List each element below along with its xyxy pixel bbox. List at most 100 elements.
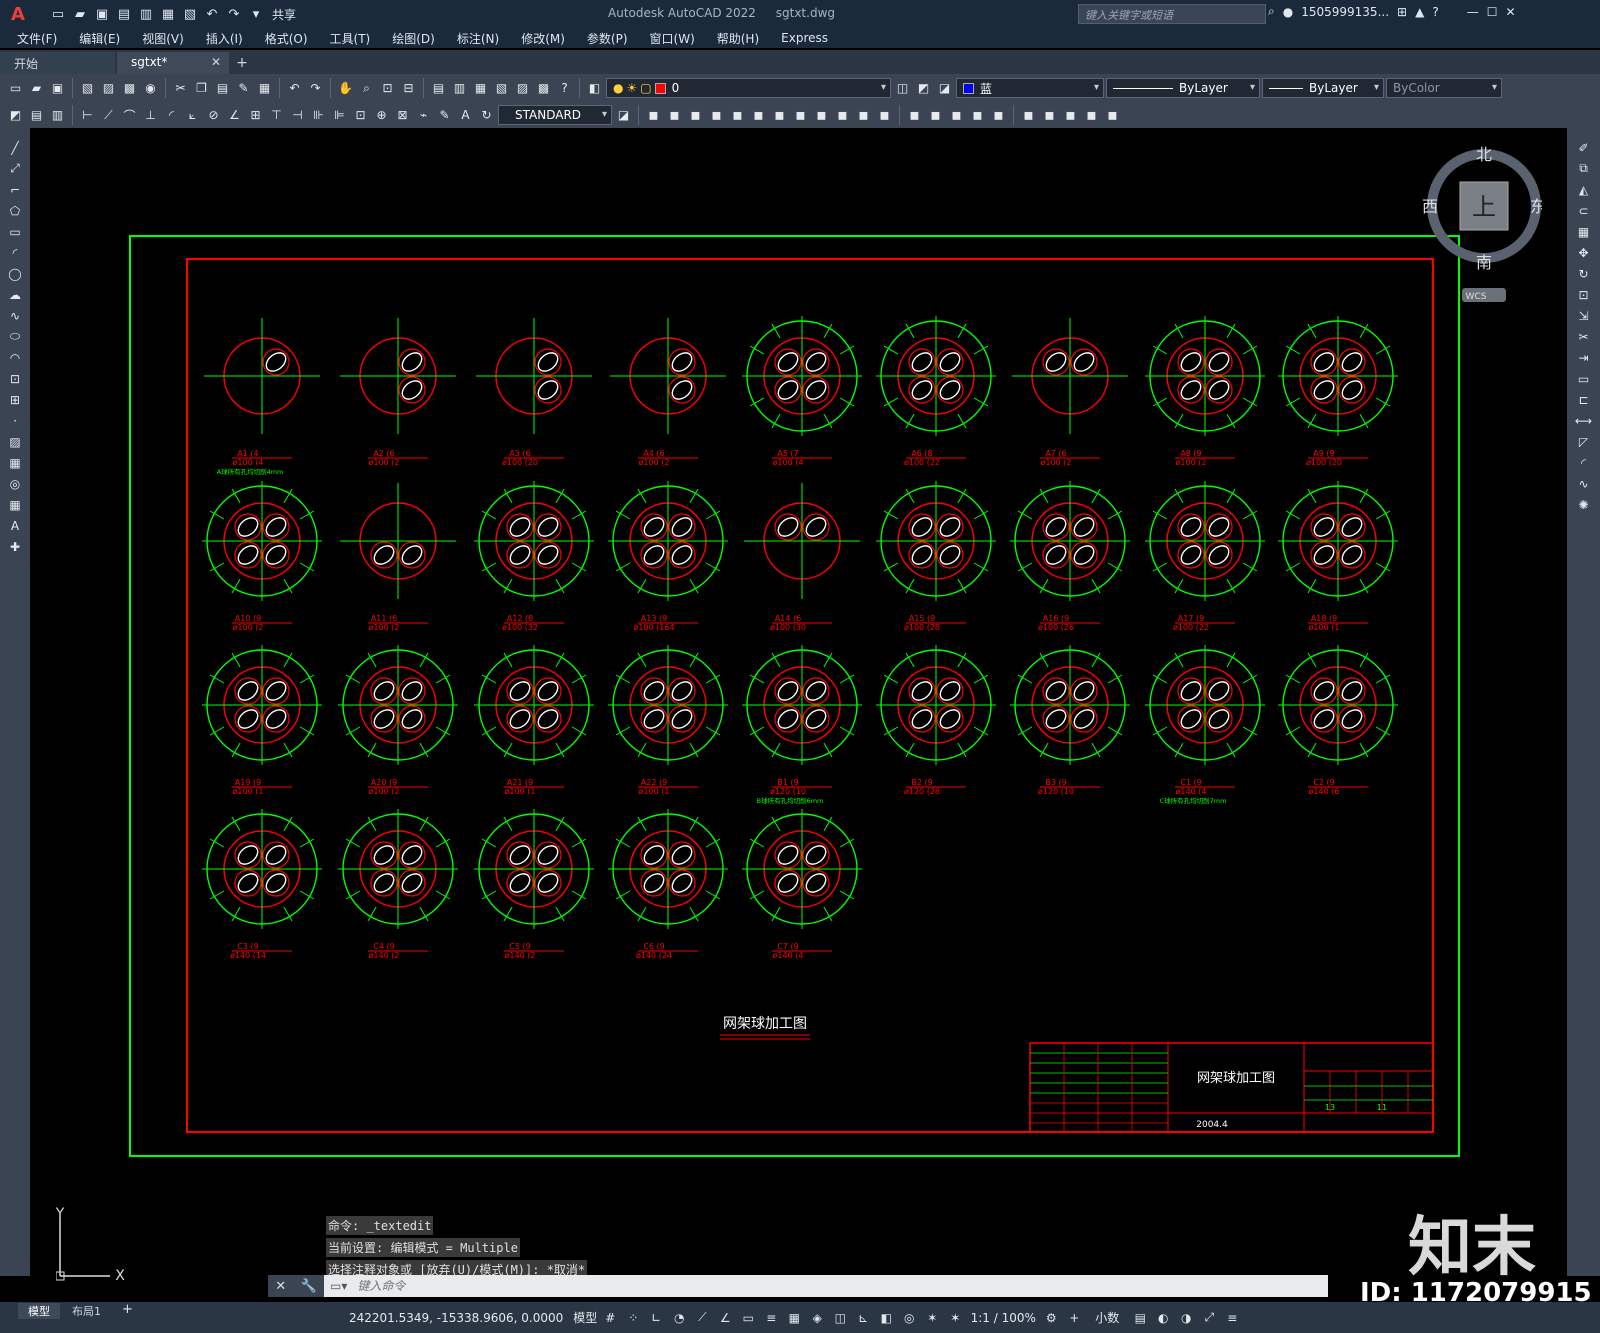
3d-print-icon[interactable]: ◉: [141, 79, 160, 98]
object-snap-tracking-icon[interactable]: ∠: [715, 1307, 735, 1329]
break-icon[interactable]: ⊏: [1574, 390, 1593, 409]
jogged-linear-icon[interactable]: ⌁: [414, 106, 433, 125]
ball-node[interactable]: C2 (9ø140 (6: [1278, 645, 1398, 796]
ordinate-icon[interactable]: ⊥: [141, 106, 160, 125]
quick-properties-icon[interactable]: ▤: [1130, 1307, 1150, 1329]
arc-icon[interactable]: ◜: [6, 243, 25, 262]
lineweight-combo[interactable]: ByLayer ▾: [1262, 78, 1384, 98]
close-tab-icon[interactable]: ✕: [211, 55, 221, 69]
hardware-acceleration-icon[interactable]: ◑: [1176, 1307, 1196, 1329]
scale-icon[interactable]: ⊡: [1574, 285, 1593, 304]
array-icon[interactable]: ▦: [1574, 222, 1593, 241]
add-selected-icon[interactable]: ✚: [6, 537, 25, 556]
break-icon[interactable]: ⊫: [330, 106, 349, 125]
orbit-icon[interactable]: ◼: [1040, 106, 1059, 125]
lineweight-icon[interactable]: ≡: [761, 1307, 781, 1329]
union-icon[interactable]: ◼: [905, 106, 924, 125]
linear-dim-icon[interactable]: ⊢: [78, 106, 97, 125]
spline-icon[interactable]: ∿: [6, 306, 25, 325]
mirror-icon[interactable]: ◭: [1574, 180, 1593, 199]
preview-icon[interactable]: ▨: [99, 79, 118, 98]
ball-node[interactable]: A9 (9ø100 (20: [1278, 316, 1398, 467]
ball-node[interactable]: A19 (9ø100 (1: [202, 645, 322, 796]
subtract-icon[interactable]: ◼: [926, 106, 945, 125]
prompt-icon[interactable]: ▭▾: [330, 1279, 347, 1293]
insert-block-icon[interactable]: ⊡: [6, 369, 25, 388]
share-button[interactable]: 共享: [272, 6, 296, 23]
ball-node[interactable]: A21 (9ø100 (1: [474, 645, 594, 796]
gradient-icon[interactable]: ▦: [6, 453, 25, 472]
ball-node[interactable]: A14 (6ø100 (30: [744, 483, 860, 632]
construction-line-icon[interactable]: ⤢: [6, 159, 25, 178]
ball-node[interactable]: A15 (9ø100 (28: [876, 481, 996, 632]
ball-node[interactable]: A3 (6ø100 (20: [476, 318, 592, 467]
save-web-icon[interactable]: ▦: [158, 4, 178, 24]
redo-icon[interactable]: ↷: [306, 79, 325, 98]
open-icon[interactable]: ▰: [70, 4, 90, 24]
sweep-icon[interactable]: ◼: [833, 106, 852, 125]
menu-item[interactable]: 插入(I): [195, 30, 254, 47]
close-icon[interactable]: ✕: [275, 1279, 286, 1294]
menu-item[interactable]: 绘图(D): [381, 30, 446, 47]
clean-screen-icon[interactable]: ⤢: [1199, 1307, 1219, 1329]
ball-node[interactable]: A5 (7ø100 (4: [742, 316, 862, 467]
auto-scale-icon[interactable]: ✶: [945, 1307, 965, 1329]
compass-east[interactable]: 东: [1530, 197, 1546, 216]
hatch-icon[interactable]: ▨: [6, 432, 25, 451]
dim-icon[interactable]: ▤: [27, 106, 46, 125]
chamfer-icon[interactable]: ◸: [1574, 432, 1593, 451]
copy-icon[interactable]: ❐: [192, 79, 211, 98]
zoom-previous-icon[interactable]: ⊟: [399, 79, 418, 98]
new-layout-icon[interactable]: +: [122, 1302, 133, 1317]
pan-icon[interactable]: ✋: [336, 79, 355, 98]
menu-item[interactable]: 标注(N): [446, 30, 510, 47]
dynamic-ucs-icon[interactable]: ⊾: [853, 1307, 873, 1329]
dim-update-icon[interactable]: ↻: [477, 106, 496, 125]
sheet-set-icon[interactable]: ▧: [492, 79, 511, 98]
extend-icon[interactable]: ⇥: [1574, 348, 1593, 367]
extrude-icon[interactable]: ◼: [791, 106, 810, 125]
match-prop-icon[interactable]: ✎: [234, 79, 253, 98]
menu-item[interactable]: Express: [770, 31, 839, 45]
rectangle-icon[interactable]: ▭: [6, 222, 25, 241]
save-icon[interactable]: ▣: [48, 79, 67, 98]
ortho-icon[interactable]: ∟: [646, 1307, 666, 1329]
ball-node[interactable]: C3 (9ø140 (14: [202, 809, 322, 960]
publish-icon[interactable]: ▩: [120, 79, 139, 98]
tolerance-icon[interactable]: ⊡: [351, 106, 370, 125]
markup-icon[interactable]: ▨: [513, 79, 532, 98]
polar-icon[interactable]: ◔: [669, 1307, 689, 1329]
minimize-icon[interactable]: —: [1467, 5, 1479, 19]
dim-edit-icon[interactable]: ✎: [435, 106, 454, 125]
erase-icon[interactable]: ✐: [1574, 138, 1593, 157]
isodraft-icon[interactable]: ⟋: [692, 1307, 712, 1329]
move-icon[interactable]: ✥: [1574, 243, 1593, 262]
ball-node[interactable]: A2 (6ø100 (2: [340, 318, 456, 467]
redo-icon[interactable]: ↷: [224, 4, 244, 24]
ball-node[interactable]: A13 (9ø100 (164: [608, 481, 728, 632]
coordinates-readout[interactable]: 242201.5349, -15338.9606, 0.0000: [349, 1311, 563, 1325]
cart-icon[interactable]: ⊞: [1397, 5, 1407, 19]
cylinder-icon[interactable]: ◼: [665, 106, 684, 125]
plotstyle-combo[interactable]: ByColor ▾: [1386, 78, 1502, 98]
object-snap-icon[interactable]: ▭: [738, 1307, 758, 1329]
torus-icon[interactable]: ◼: [749, 106, 768, 125]
light-icon[interactable]: ◼: [1103, 106, 1122, 125]
rotate-icon[interactable]: ↻: [1574, 264, 1593, 283]
plot-icon[interactable]: ▧: [180, 4, 200, 24]
customize-menu-icon[interactable]: ≡: [1222, 1307, 1242, 1329]
annotation-scale[interactable]: 1:1 / 100%: [968, 1307, 1038, 1329]
zoom-realtime-icon[interactable]: ⌕: [357, 79, 376, 98]
3d-osnap-icon[interactable]: ◫: [830, 1307, 850, 1329]
plot-icon[interactable]: ▧: [78, 79, 97, 98]
ball-node[interactable]: A18 (9ø100 (1: [1278, 481, 1398, 632]
ball-node[interactable]: C1 (9ø140 (4: [1145, 645, 1265, 796]
ball-node[interactable]: A7 (6ø100 (2: [1012, 318, 1128, 467]
ball-node[interactable]: B3 (9ø120 (10: [1010, 645, 1130, 796]
continue-icon[interactable]: ⊣: [288, 106, 307, 125]
snap-icon[interactable]: ⁘: [623, 1307, 643, 1329]
revcloud-icon[interactable]: ☁: [6, 285, 25, 304]
visual-style-icon[interactable]: ◼: [1061, 106, 1080, 125]
menu-item[interactable]: 编辑(E): [68, 30, 131, 47]
tab-model[interactable]: 模型: [18, 1303, 60, 1319]
